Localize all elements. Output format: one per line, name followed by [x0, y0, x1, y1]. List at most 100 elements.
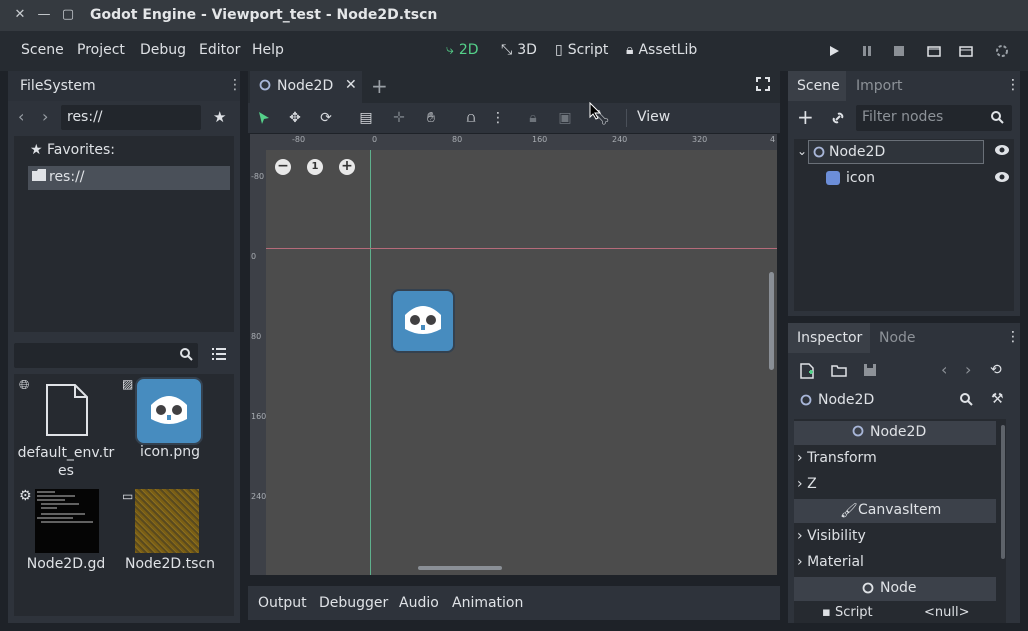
minimize-window-icon[interactable]: — — [36, 7, 52, 23]
res-root-row[interactable]: res:// — [28, 166, 230, 190]
inspected-object-name[interactable]: Node2D — [818, 392, 874, 408]
node2d-icon — [852, 425, 864, 437]
rotate-mode-icon[interactable]: ⟳ — [318, 110, 334, 126]
tab-node2d[interactable]: Node2D ✕ — [250, 71, 362, 103]
group-icon[interactable]: ▣ — [557, 110, 573, 126]
tab-output[interactable]: Output — [258, 595, 307, 611]
window-title: Godot Engine - Viewport_test - Node2D.ts… — [90, 7, 438, 23]
workspace-script-button[interactable]: ▯ Script — [555, 42, 608, 58]
file-item[interactable]: 🌐︎ default_env.tres — [14, 374, 118, 486]
property-material[interactable]: › Material — [797, 554, 864, 570]
filter-nodes-input[interactable]: Filter nodes — [856, 105, 1012, 131]
workspace-assetlib-button[interactable]: 🔒︎ AssetLib — [626, 42, 697, 58]
tree-node-node2d[interactable]: Node2D — [808, 140, 984, 164]
new-resource-icon[interactable] — [800, 363, 814, 379]
script-value[interactable]: <null> — [924, 605, 970, 620]
menu-editor[interactable]: Editor — [199, 42, 240, 58]
canvas-viewport[interactable]: -80 0 80 160 240 320 4 -80 0 80 160 240 … — [250, 134, 777, 575]
visibility-eye-icon[interactable] — [994, 144, 1010, 156]
add-tab-icon[interactable]: + — [371, 74, 388, 98]
history-back-icon[interactable]: ‹ — [941, 360, 947, 379]
file-item[interactable]: ▨ icon.png — [118, 374, 222, 486]
visibility-eye-icon[interactable] — [994, 171, 1010, 183]
filesystem-header: FileSystem ⋮ — [8, 71, 242, 101]
play-scene-icon[interactable] — [926, 43, 942, 59]
dock-menu-icon[interactable]: ⋮ — [1006, 329, 1020, 345]
pan-mode-icon[interactable]: ✋︎ — [423, 110, 439, 126]
tree-node-icon[interactable]: icon — [824, 167, 974, 191]
view-menu[interactable]: View — [637, 109, 670, 125]
menu-project[interactable]: Project — [77, 42, 125, 58]
dock-menu-icon[interactable]: ⋮ — [228, 77, 242, 93]
link-icon[interactable] — [830, 110, 846, 126]
inspector-scrollbar[interactable] — [1001, 425, 1005, 559]
lock-icon[interactable]: 🔒︎ — [525, 110, 541, 126]
brush-icon: 🖌︎ — [840, 503, 858, 519]
dock-menu-icon[interactable]: ⋮ — [1006, 77, 1020, 93]
menu-help[interactable]: Help — [252, 42, 284, 58]
history-forward-icon[interactable]: › — [965, 360, 971, 379]
list-view-toggle-icon[interactable] — [212, 348, 226, 360]
snap-icon[interactable]: ⩍ — [463, 110, 479, 126]
add-node-icon[interactable]: + — [797, 107, 814, 127]
file-item[interactable]: ▭ Node2D.tscn — [118, 486, 222, 598]
pivot-icon[interactable]: ✛ — [391, 110, 407, 126]
assetlib-icon: 🔒︎ — [626, 42, 634, 58]
open-folder-icon[interactable] — [831, 364, 847, 377]
icon-sprite[interactable] — [391, 289, 455, 353]
forward-icon[interactable]: › — [42, 107, 48, 126]
stop-icon[interactable] — [891, 43, 907, 59]
object-properties-icon[interactable]: ⚒ — [991, 391, 1004, 407]
tab-audio[interactable]: Audio — [399, 595, 439, 611]
close-window-icon[interactable]: ✕ — [12, 7, 28, 23]
tab-node[interactable]: Node — [879, 330, 916, 346]
godot-logo-icon — [405, 306, 441, 334]
mouse-cursor-icon — [589, 102, 601, 120]
zoom-out-icon[interactable]: − — [275, 159, 291, 175]
tab-debugger[interactable]: Debugger — [319, 595, 388, 611]
tab-inspector[interactable]: Inspector — [788, 323, 870, 353]
search-icon[interactable] — [959, 392, 973, 406]
tab-import[interactable]: Import — [856, 78, 902, 94]
property-script[interactable]: ▪ Script — [822, 605, 873, 620]
history-icon[interactable]: ⟲ — [990, 362, 1002, 378]
pause-icon[interactable] — [859, 43, 875, 59]
property-visibility[interactable]: › Visibility — [797, 528, 866, 544]
workspace-3d-button[interactable]: ⤡ 3D — [501, 42, 537, 58]
play-custom-scene-icon[interactable] — [958, 43, 974, 59]
file-filter-input[interactable] — [14, 343, 198, 368]
horizontal-scrollbar[interactable] — [418, 566, 502, 570]
favorites-row[interactable]: ★ Favorites: — [30, 142, 115, 158]
close-tab-icon[interactable]: ✕ — [345, 77, 357, 93]
list-select-icon[interactable]: ▤ — [358, 110, 374, 126]
favorite-star-icon[interactable]: ★ — [213, 108, 226, 126]
distraction-free-icon[interactable] — [756, 77, 770, 91]
select-mode-icon[interactable] — [256, 110, 272, 126]
save-icon[interactable] — [863, 363, 877, 377]
back-icon[interactable]: ‹ — [18, 107, 24, 126]
ruler-corner — [250, 134, 266, 150]
zoom-in-icon[interactable]: + — [339, 159, 355, 175]
move-mode-icon[interactable]: ✥ — [287, 110, 303, 126]
filesystem-tree: ★ Favorites: res:// — [14, 136, 234, 332]
zoom-reset-button[interactable]: 1 — [307, 159, 323, 175]
section-canvasitem: 🖌︎ CanvasItem — [794, 499, 996, 523]
property-list: Node2D › Transform › Z 🖌︎ CanvasItem › V… — [794, 419, 1006, 623]
tab-animation[interactable]: Animation — [452, 595, 523, 611]
filesystem-title: FileSystem — [20, 78, 96, 94]
menu-debug[interactable]: Debug — [140, 42, 186, 58]
path-field[interactable]: res:// — [61, 105, 201, 130]
globe-icon: 🌐︎ — [19, 378, 30, 393]
property-transform[interactable]: › Transform — [797, 450, 877, 466]
file-item[interactable]: ⚙ Node2D.gd — [14, 486, 118, 598]
play-icon[interactable] — [826, 43, 842, 59]
y-axis-line — [370, 150, 371, 575]
workspace-2d-button[interactable]: ⤷ 2D — [446, 42, 479, 58]
snap-options-icon[interactable]: ⋮ — [490, 110, 506, 126]
menu-scene[interactable]: Scene — [21, 42, 64, 58]
tab-scene[interactable]: Scene — [788, 71, 846, 101]
maximize-window-icon[interactable]: ▢ — [60, 7, 76, 23]
property-z[interactable]: › Z — [797, 476, 817, 492]
vertical-scrollbar[interactable] — [769, 272, 774, 370]
collapse-arrow-icon[interactable]: ⌄ — [797, 144, 807, 158]
